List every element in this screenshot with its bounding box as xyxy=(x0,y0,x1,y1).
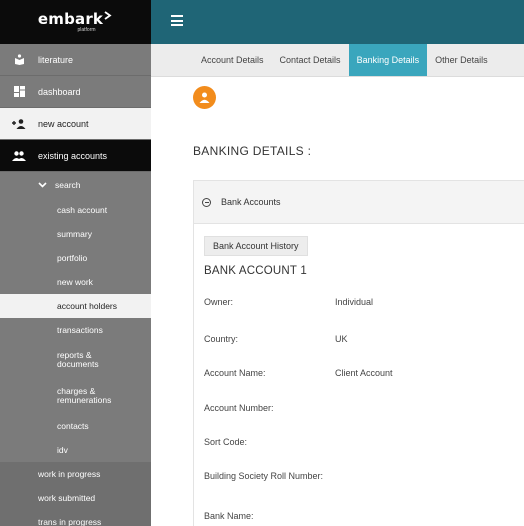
sidebar-item-dashboard[interactable]: dashboard xyxy=(0,76,151,108)
owner-value: Individual xyxy=(335,297,374,307)
bank-account-title: BANK ACCOUNT 1 xyxy=(204,265,307,277)
sidebar-subitem-portfolio[interactable]: portfolio xyxy=(0,246,151,270)
sidebar-item-label: new account xyxy=(38,118,89,129)
bank-name-label: Bank Name: xyxy=(204,511,254,521)
tab-label: Banking Details xyxy=(356,55,420,65)
sidebar-subitem-reports-documents[interactable]: reports & documents xyxy=(0,342,151,378)
sidebar-item-label: reports & documents xyxy=(57,350,99,369)
bank-account-history-button[interactable]: Bank Account History xyxy=(204,236,308,256)
sidebar-item-existing-accounts[interactable]: existing accounts xyxy=(0,140,151,172)
literature-icon xyxy=(0,54,38,65)
sidebar-item-label: new work xyxy=(57,276,93,287)
user-avatar xyxy=(193,86,216,109)
sidebar-subitem-new-work[interactable]: new work xyxy=(0,270,151,294)
sidebar-item-label: search xyxy=(55,180,81,190)
bank-accounts-panel: Bank Accounts Bank Account History BANK … xyxy=(193,180,524,526)
logo[interactable]: embark platform xyxy=(0,0,151,44)
sidebar-item-label: literature xyxy=(38,54,74,65)
tab-banking-details[interactable]: Banking Details xyxy=(348,44,428,76)
account-name-value: Client Account xyxy=(335,368,393,378)
sidebar-item-label: idv xyxy=(57,444,68,455)
panel-heading: Bank Accounts xyxy=(221,197,281,207)
tab-label: Other Details xyxy=(435,55,488,65)
sidebar-item-label: portfolio xyxy=(57,252,88,263)
sidebar-subitem-cash-account[interactable]: cash account xyxy=(0,198,151,222)
sidebar-item-label: work in progress xyxy=(38,469,101,479)
sidebar-item-label: work submitted xyxy=(38,493,96,503)
sort-code-label: Sort Code: xyxy=(204,437,248,447)
tab-label: Contact Details xyxy=(279,55,341,65)
logo-tagline: platform xyxy=(77,27,96,33)
sidebar-item-search[interactable]: search xyxy=(0,172,151,198)
tab-label: Account Details xyxy=(201,55,264,65)
sidebar-subitem-transactions[interactable]: transactions xyxy=(0,318,151,342)
account-number-label: Account Number: xyxy=(204,403,274,413)
add-user-icon xyxy=(0,118,38,129)
country-value: UK xyxy=(335,334,348,344)
bank-accounts-header[interactable]: Bank Accounts xyxy=(194,181,524,224)
sidebar-item-label: contacts xyxy=(57,420,89,431)
tab-contact-details[interactable]: Contact Details xyxy=(272,44,349,76)
tab-other-details[interactable]: Other Details xyxy=(427,44,496,76)
sidebar-item-label: trans in progress xyxy=(38,517,102,526)
sidebar-subitem-account-holders[interactable]: account holders xyxy=(0,294,151,318)
top-bar xyxy=(151,0,524,44)
sidebar-item-label: cash account xyxy=(57,204,108,215)
user-icon xyxy=(199,92,210,103)
logo-name: embark xyxy=(38,11,113,27)
sidebar-subitem-contacts[interactable]: contacts xyxy=(0,414,151,438)
sidebar-subitem-charges-remunerations[interactable]: charges & remunerations xyxy=(0,378,151,414)
sidebar: embark platform literature dashboard new… xyxy=(0,0,151,526)
collapse-icon[interactable] xyxy=(202,197,211,207)
sidebar-item-work-submitted[interactable]: work submitted xyxy=(0,486,151,510)
tab-account-details[interactable]: Account Details xyxy=(151,44,272,76)
sidebar-item-label: dashboard xyxy=(38,86,81,97)
sidebar-item-label: transactions xyxy=(57,324,103,335)
sidebar-item-label: summary xyxy=(57,228,92,239)
account-name-label: Account Name: xyxy=(204,368,266,378)
sidebar-item-label: account holders xyxy=(57,300,118,311)
building-society-roll-number-label: Building Society Roll Number: xyxy=(204,471,324,481)
country-label: Country: xyxy=(204,334,239,344)
users-icon xyxy=(0,150,38,161)
dashboard-icon xyxy=(0,86,38,97)
sidebar-item-literature[interactable]: literature xyxy=(0,44,151,76)
sidebar-item-work-in-progress[interactable]: work in progress xyxy=(0,462,151,486)
menu-icon[interactable] xyxy=(171,15,183,26)
sidebar-subitem-summary[interactable]: summary xyxy=(0,222,151,246)
sidebar-item-trans-in-progress[interactable]: trans in progress xyxy=(0,510,151,526)
chevron-down-icon xyxy=(38,180,47,190)
owner-label: Owner: xyxy=(204,297,234,307)
logo-mark-icon xyxy=(104,11,112,20)
sidebar-item-new-account[interactable]: new account xyxy=(0,108,151,140)
tab-bar: Account Details Contact Details Banking … xyxy=(151,44,524,77)
sidebar-item-label: existing accounts xyxy=(38,150,108,161)
sidebar-item-label: charges & remunerations xyxy=(57,386,112,405)
page-title: BANKING DETAILS : xyxy=(193,144,312,158)
sidebar-subitem-idv[interactable]: idv xyxy=(0,438,151,462)
